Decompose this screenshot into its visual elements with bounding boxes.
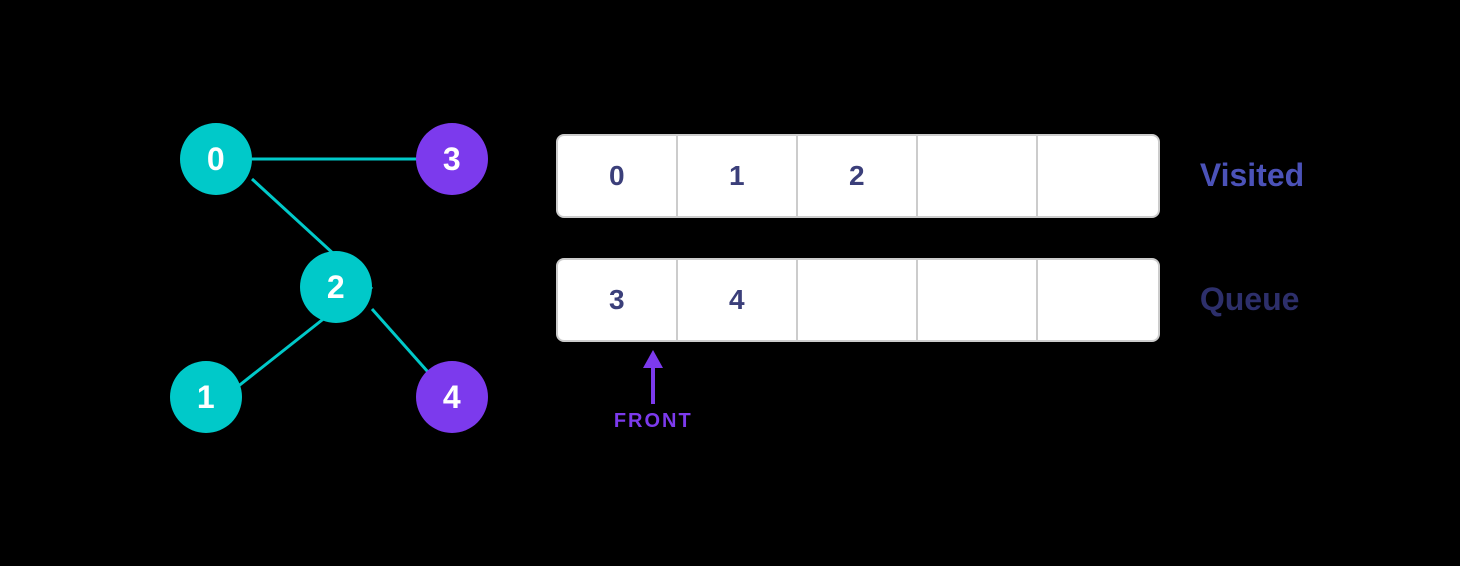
graph-area: 0 3 2 1 4 — [156, 83, 476, 483]
queue-label: Queue — [1200, 281, 1300, 318]
queue-cell-4 — [1038, 260, 1158, 340]
queue-cell-0: 3 — [558, 260, 678, 340]
main-container: 0 3 2 1 4 0 1 2 Visited — [116, 43, 1344, 523]
front-indicator: FRONT — [614, 350, 693, 433]
queue-cell-2 — [798, 260, 918, 340]
visited-array: 0 1 2 — [556, 134, 1160, 218]
visited-cell-2: 2 — [798, 136, 918, 216]
node-4: 4 — [416, 361, 488, 433]
queue-cell-3 — [918, 260, 1038, 340]
node-3: 3 — [416, 123, 488, 195]
visited-row: 0 1 2 Visited — [556, 134, 1304, 218]
arrays-area: 0 1 2 Visited 3 4 Queue — [556, 134, 1304, 433]
node-0: 0 — [180, 123, 252, 195]
node-1: 1 — [170, 361, 242, 433]
visited-cell-3 — [918, 136, 1038, 216]
queue-row: 3 4 Queue — [556, 258, 1304, 342]
arrow-head-icon — [643, 350, 663, 368]
visited-label: Visited — [1200, 157, 1304, 194]
queue-cell-1: 4 — [678, 260, 798, 340]
visited-cell-0: 0 — [558, 136, 678, 216]
node-2: 2 — [300, 251, 372, 323]
visited-cell-4 — [1038, 136, 1158, 216]
visited-cell-1: 1 — [678, 136, 798, 216]
front-arrow — [643, 350, 663, 404]
front-label: FRONT — [614, 410, 693, 433]
arrow-line — [651, 368, 655, 404]
queue-array: 3 4 — [556, 258, 1160, 342]
queue-section: 3 4 Queue FRONT — [556, 258, 1304, 433]
